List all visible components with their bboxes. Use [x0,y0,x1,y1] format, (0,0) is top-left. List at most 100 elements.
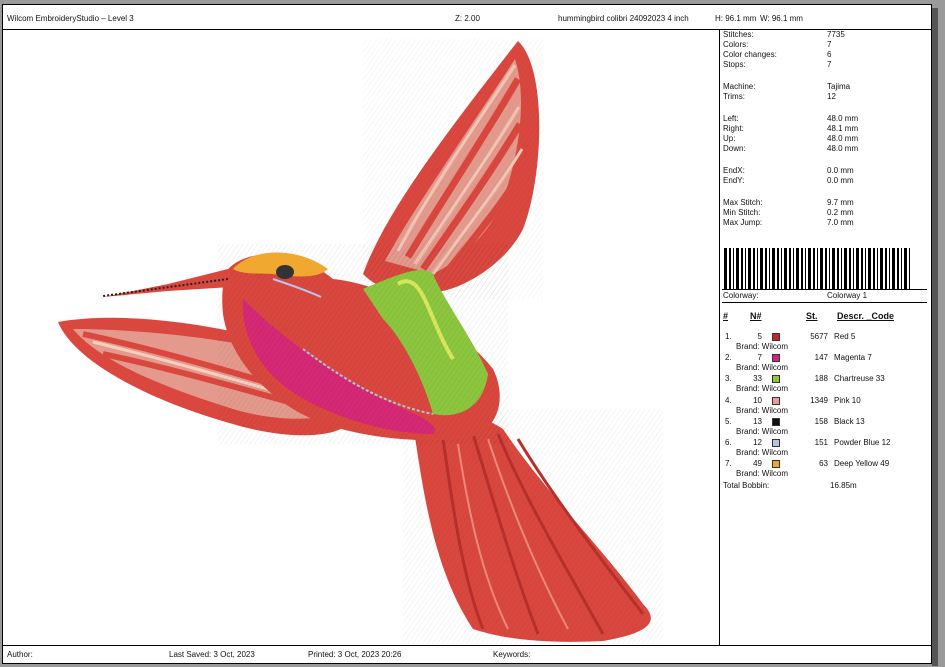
needle-number: 12 [753,438,762,447]
barcode-bar [841,248,842,290]
barcode-bar [777,248,779,290]
col-header-description: Descr. _Code [837,311,895,321]
stitch-count: 63 [819,459,828,469]
stitch-count: 147 [814,353,828,363]
barcode-bar [765,248,767,290]
stat-value: 6 [827,50,832,59]
barcode-bar [748,248,751,290]
stat-row: Down: 48.0 mm [722,144,927,154]
stat-label: Up: [723,134,736,143]
stat-row: Min Stitch: 0.2 mm [722,208,927,218]
color-swatch [772,439,780,447]
color-description: Magenta 7 [834,353,872,363]
color-description: Red 5 [834,332,856,341]
keywords-label: Keywords: [493,650,531,659]
barcode-bar [757,248,758,290]
design-info-panel: Stitches: 7735 Colors: 7 Color changes: 6 Stop… [722,30,930,645]
color-swatch [772,375,780,384]
stat-row: EndY: 0.0 mm [722,176,927,186]
barcode-bar [837,248,839,290]
stat-value: 48.0 mm [827,144,859,153]
header-bar: Wilcom EmbroideryStudio – Level 3 Z: 2.0… [3,5,931,30]
stat-value: 48.0 mm [827,114,859,123]
stat-row: EndX: 0.0 mm [722,166,927,176]
barcode-bar [829,248,830,290]
design-width: W: 96.1 mm [760,14,803,23]
colorway-label: Colorway: [723,291,759,300]
color-row: 2. 7 147 Magenta 7 Brand: Wilcom [722,353,927,374]
color-index: 6. [725,438,732,447]
barcode-bar [877,248,878,290]
stitch-count: 158 [814,416,828,426]
total-bobbin-value: 16.85m [830,481,857,490]
stat-value: 0.0 mm [827,176,854,185]
barcode-bar [880,248,883,290]
last-saved: Last Saved: 3 Oct, 2023 [169,650,255,659]
stitch-count: 151 [814,438,828,447]
barcode-image [724,248,910,290]
stat-label: Colors: [723,40,749,49]
barcode-bar [832,248,835,290]
needle-number: 13 [753,416,762,426]
thread-brand: Brand: Wilcom [736,405,789,415]
thread-brand: Brand: Wilcom [736,448,789,457]
barcode-bar [745,248,746,290]
color-index: 2. [725,353,732,363]
stat-row: Max Jump: 7.0 mm [722,218,927,228]
stat-label: Down: [723,144,746,153]
color-row: 1. 5 5677 Red 5 Brand: Wilcom [722,332,927,353]
stat-label: Stitches: [723,30,754,39]
barcode-bar [736,248,739,290]
barcode-bar [889,248,890,290]
barcode-bar [813,248,815,290]
barcode-bar [817,248,818,290]
colorway-row: Colorway: Colorway 1 [722,289,927,303]
barcode-bar [844,248,847,290]
barcode-bar [769,248,770,290]
needle-number: 7 [757,353,762,363]
stat-value: 0.2 mm [827,208,854,217]
color-description: Pink 10 [834,395,861,405]
stat-row: Stops: 7 [722,60,927,70]
color-index: 7. [725,459,732,469]
stat-label: Trims: [723,92,745,101]
barcode-bar [741,248,743,290]
color-swatch [772,354,780,363]
printed-date: Printed: 3 Oct, 2023 20:26 [308,650,402,659]
color-swatch [772,460,780,469]
page-shadow [932,8,938,666]
barcode-bar [909,248,910,290]
stat-value: 48.1 mm [827,124,859,133]
color-index: 5. [725,416,732,426]
barcode-bar [760,248,763,290]
stat-label: Color changes: [723,50,777,59]
stat-label: Left: [723,114,739,123]
needle-number: 5 [757,332,762,341]
stat-row: Trims: 12 [722,92,927,102]
barcode-bar [892,248,895,290]
stat-row: Up: 48.0 mm [722,134,927,144]
stat-value: 7735 [827,30,845,39]
author-label: Author: [7,650,33,659]
barcode-bar [904,248,907,290]
color-index: 4. [725,395,732,405]
stat-row: Color changes: 6 [722,50,927,60]
barcode-bar [853,248,854,290]
hummingbird-embroidery-image [58,39,663,644]
barcode-bar [733,248,734,290]
stat-label: Max Jump: [723,218,763,227]
stat-value: Tajima [827,82,851,91]
barcode-bar [793,248,794,290]
needle-number: 10 [753,395,762,405]
stitch-count: 1349 [810,395,828,405]
stat-label: Max Stitch: [723,198,763,207]
stat-label: EndX: [723,166,745,175]
stat-value: 7.0 mm [827,218,854,227]
stat-row: Machine: Tajima [722,82,927,92]
barcode-bar [772,248,775,290]
stat-value: 7 [827,40,832,49]
barcode-bar [868,248,871,290]
stat-row: Max Stitch: 9.7 mm [722,198,927,208]
design-height: H: 96.1 mm [715,14,757,23]
stat-value: 0.0 mm [827,166,854,175]
